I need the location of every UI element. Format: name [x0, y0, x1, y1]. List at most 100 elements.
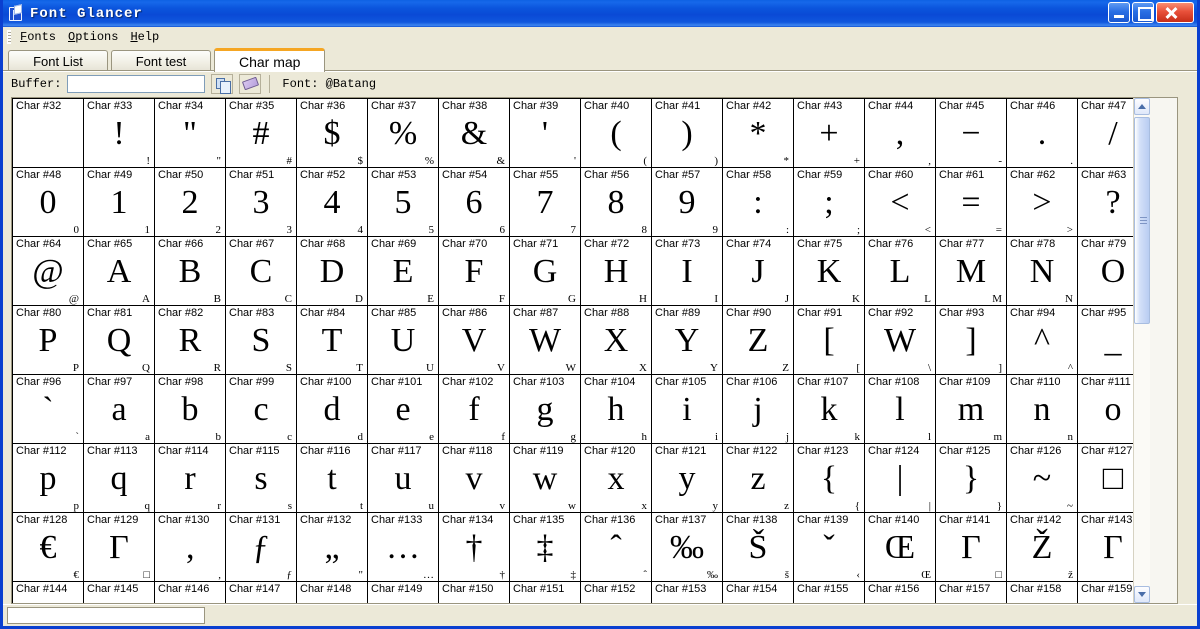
char-cell[interactable]: Char #72 H H — [581, 237, 651, 305]
char-cell[interactable]: Char #137 ‰ ‰ — [652, 513, 722, 581]
char-cell[interactable]: Char #99 c c — [226, 375, 296, 443]
char-cell[interactable]: Char #94 ^ ^ — [1007, 306, 1077, 374]
char-cell[interactable]: Char #148 — [297, 582, 367, 603]
char-cell[interactable]: Char #119 w w — [510, 444, 580, 512]
char-cell[interactable]: Char #74 J J — [723, 237, 793, 305]
char-cell[interactable]: Char #129 Γ □ — [84, 513, 154, 581]
char-cell[interactable]: Char #84 T T — [297, 306, 367, 374]
char-cell[interactable]: Char #33!! — [84, 99, 154, 167]
char-cell[interactable]: Char #68 D D — [297, 237, 367, 305]
char-cell[interactable]: Char #32 — [13, 99, 83, 167]
buffer-input[interactable] — [67, 74, 206, 93]
char-cell[interactable]: Char #102 f f — [439, 375, 509, 443]
char-cell[interactable]: Char #57 9 9 — [652, 168, 722, 236]
char-cell[interactable]: Char #43 + + — [794, 99, 864, 167]
char-cell[interactable]: Char #107 k k — [794, 375, 864, 443]
char-cell[interactable]: Char #44,, — [865, 99, 935, 167]
char-cell[interactable]: Char #88 X X — [581, 306, 651, 374]
char-cell[interactable]: Char #104 h h — [581, 375, 651, 443]
vertical-scrollbar[interactable] — [1133, 98, 1150, 603]
char-cell[interactable]: Char #136 ˆ ˆ — [581, 513, 651, 581]
char-cell[interactable]: Char #76 L L — [865, 237, 935, 305]
char-cell[interactable]: Char #60 < < — [865, 168, 935, 236]
char-cell[interactable]: Char #145 — [84, 582, 154, 603]
char-cell[interactable]: Char #123{{ — [794, 444, 864, 512]
char-cell[interactable]: Char #58:: — [723, 168, 793, 236]
char-cell[interactable]: Char #150 — [439, 582, 509, 603]
char-cell[interactable]: Char #133…… — [368, 513, 438, 581]
char-cell[interactable]: Char #120 x x — [581, 444, 651, 512]
char-cell[interactable]: Char #37%% — [368, 99, 438, 167]
char-cell[interactable]: Char #112 p p — [13, 444, 83, 512]
char-cell[interactable]: Char #109 m m — [936, 375, 1006, 443]
char-cell[interactable]: Char #134 † † — [439, 513, 509, 581]
char-cell[interactable]: Char #73 I I — [652, 237, 722, 305]
char-cell[interactable]: Char #105 i i — [652, 375, 722, 443]
tab-font-test[interactable]: Font test — [111, 50, 211, 71]
char-cell[interactable]: Char #83 S S — [226, 306, 296, 374]
scrollbar-thumb[interactable] — [1134, 117, 1150, 325]
char-cell[interactable]: Char #140 Œ Œ — [865, 513, 935, 581]
char-cell[interactable]: Char #122 z z — [723, 444, 793, 512]
char-cell[interactable]: Char #154 — [723, 582, 793, 603]
char-cell[interactable]: Char #49 1 1 — [84, 168, 154, 236]
char-cell[interactable]: Char #146 — [155, 582, 225, 603]
close-button[interactable] — [1156, 2, 1194, 23]
char-cell[interactable]: Char #128 € € — [13, 513, 83, 581]
char-cell[interactable]: Char #142 Žž — [1007, 513, 1077, 581]
char-cell[interactable]: Char #56 8 8 — [581, 168, 651, 236]
char-cell[interactable]: Char #93]] — [936, 306, 1006, 374]
char-cell[interactable]: Char #91[[ — [794, 306, 864, 374]
char-cell[interactable]: Char #45− - — [936, 99, 1006, 167]
char-cell[interactable]: Char #67 C C — [226, 237, 296, 305]
char-cell[interactable]: Char #70 F F — [439, 237, 509, 305]
char-cell[interactable]: Char #118 v v — [439, 444, 509, 512]
char-cell[interactable]: Char #85 U U — [368, 306, 438, 374]
char-cell[interactable]: Char #75 K K — [794, 237, 864, 305]
char-cell[interactable]: Char #38 & & — [439, 99, 509, 167]
char-cell[interactable]: Char #113 q q — [84, 444, 154, 512]
char-cell[interactable]: Char #41)) — [652, 99, 722, 167]
char-cell[interactable]: Char #78 N N — [1007, 237, 1077, 305]
char-cell[interactable]: Char #34 " " — [155, 99, 225, 167]
char-cell[interactable]: Char #125}} — [936, 444, 1006, 512]
char-cell[interactable]: Char #116 t t — [297, 444, 367, 512]
char-cell[interactable]: Char #117 u u — [368, 444, 438, 512]
char-cell[interactable]: Char #97 a a — [84, 375, 154, 443]
scrollbar-track[interactable] — [1134, 115, 1150, 586]
char-cell[interactable]: Char #50 2 2 — [155, 168, 225, 236]
char-cell[interactable]: Char #149 — [368, 582, 438, 603]
char-cell[interactable]: Char #61 = = — [936, 168, 1006, 236]
scroll-down-button[interactable] — [1134, 586, 1150, 603]
char-cell[interactable]: Char #55 7 7 — [510, 168, 580, 236]
char-cell[interactable]: Char #69 E E — [368, 237, 438, 305]
char-cell[interactable]: Char #138 Šš — [723, 513, 793, 581]
char-cell[interactable]: Char #53 5 5 — [368, 168, 438, 236]
menu-item-options[interactable]: Options — [64, 29, 126, 45]
char-cell[interactable]: Char #52 4 4 — [297, 168, 367, 236]
tab-char-map[interactable]: Char map — [214, 48, 326, 72]
char-cell[interactable]: Char #152 — [581, 582, 651, 603]
char-cell[interactable]: Char #153 — [652, 582, 722, 603]
menu-item-fonts[interactable]: Fonts — [16, 29, 64, 45]
char-cell[interactable]: Char #108 l l — [865, 375, 935, 443]
char-cell[interactable]: Char #106 j j — [723, 375, 793, 443]
char-cell[interactable]: Char #100 d d — [297, 375, 367, 443]
char-cell[interactable]: Char #92 W \ — [865, 306, 935, 374]
char-cell[interactable]: Char #89 Y Y — [652, 306, 722, 374]
char-cell[interactable]: Char #35 # # — [226, 99, 296, 167]
char-cell[interactable]: Char #82 R R — [155, 306, 225, 374]
char-cell[interactable]: Char #130 ‚, — [155, 513, 225, 581]
scroll-up-button[interactable] — [1134, 98, 1150, 115]
char-cell[interactable]: Char #155 — [794, 582, 864, 603]
char-cell[interactable]: Char #80 P P — [13, 306, 83, 374]
char-cell[interactable]: Char #121 y y — [652, 444, 722, 512]
char-cell[interactable]: Char #62 > > — [1007, 168, 1077, 236]
char-cell[interactable]: Char #156 — [865, 582, 935, 603]
char-cell[interactable]: Char #157 — [936, 582, 1006, 603]
char-cell[interactable]: Char #81 Q Q — [84, 306, 154, 374]
char-cell[interactable]: Char #98 b b — [155, 375, 225, 443]
menu-grip-handle[interactable] — [7, 30, 11, 44]
tab-font-list[interactable]: Font List — [8, 50, 108, 71]
char-cell[interactable]: Char #46.. — [1007, 99, 1077, 167]
